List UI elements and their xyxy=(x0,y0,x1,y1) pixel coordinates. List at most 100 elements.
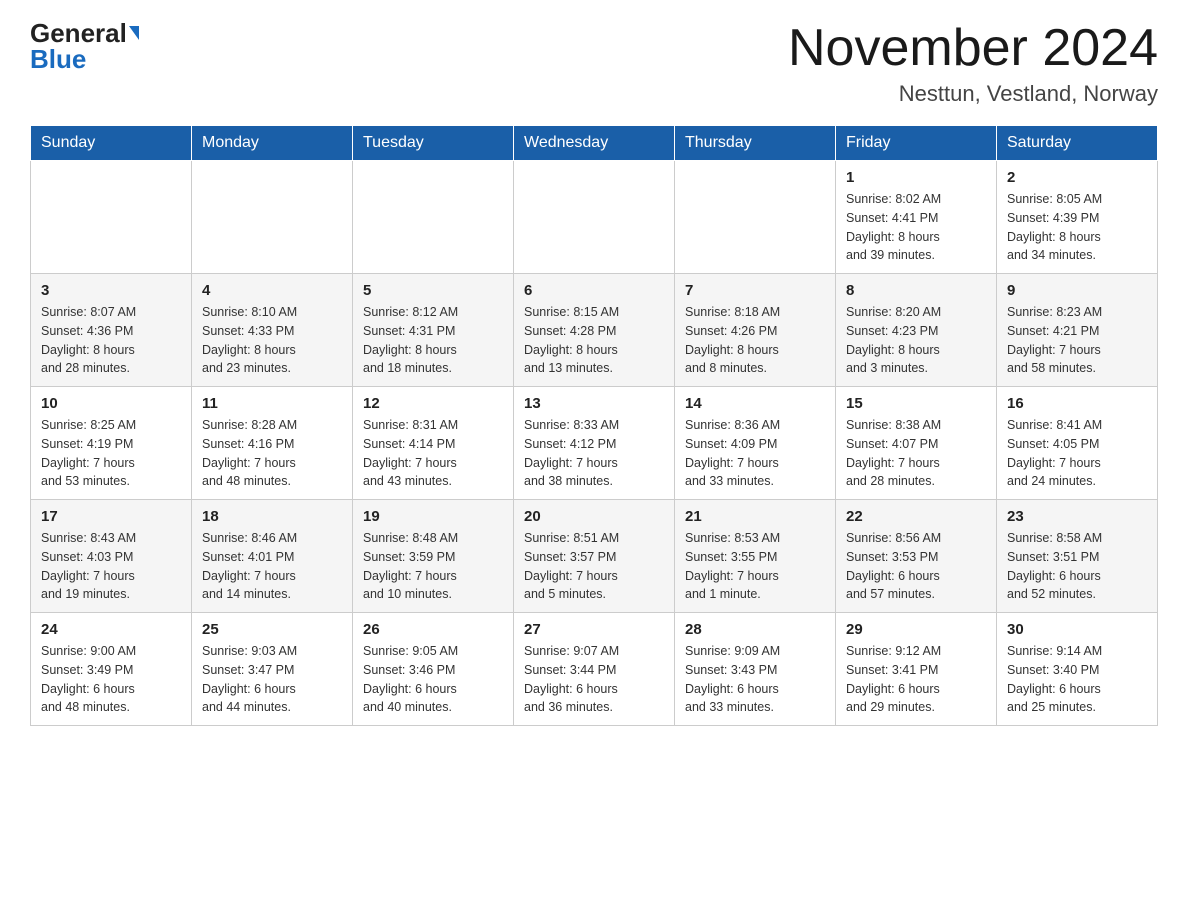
calendar-cell: 21Sunrise: 8:53 AM Sunset: 3:55 PM Dayli… xyxy=(675,500,836,613)
calendar-week-row: 1Sunrise: 8:02 AM Sunset: 4:41 PM Daylig… xyxy=(31,161,1158,274)
calendar-cell: 17 Sunrise: 8:43 AM Sunset: 4:03 PM Dayli… xyxy=(31,500,192,613)
day-info: Sunrise: 8:36 AM Sunset: 4:09 PM Dayligh… xyxy=(685,416,825,491)
logo-text: General xyxy=(30,20,139,46)
day-number: 7 xyxy=(685,282,825,299)
logo: General Blue xyxy=(30,20,139,75)
day-number: 6 xyxy=(524,282,664,299)
header-sunday: Sunday xyxy=(31,126,192,161)
day-number: 27 xyxy=(524,621,664,638)
header-thursday: Thursday xyxy=(675,126,836,161)
calendar-cell xyxy=(31,161,192,274)
calendar-cell: 27Sunrise: 9:07 AM Sunset: 3:44 PM Dayli… xyxy=(514,613,675,726)
calendar-cell: 19 Sunrise: 8:48 AM Sunset: 3:59 PM Dayli… xyxy=(353,500,514,613)
calendar-cell: 3 Sunrise: 8:07 AM Sunset: 4:36 PM Daylig… xyxy=(31,274,192,387)
header-tuesday: Tuesday xyxy=(353,126,514,161)
day-number: 2 xyxy=(1007,169,1147,186)
calendar-cell: 4Sunrise: 8:10 AM Sunset: 4:33 PM Daylig… xyxy=(192,274,353,387)
day-info: Sunrise: 8:53 AM Sunset: 3:55 PM Dayligh… xyxy=(685,529,825,604)
calendar-cell: 28 Sunrise: 9:09 AM Sunset: 3:43 PM Dayli… xyxy=(675,613,836,726)
calendar-cell xyxy=(675,161,836,274)
calendar-cell xyxy=(514,161,675,274)
day-number: 10 xyxy=(41,395,181,412)
day-number: 17 xyxy=(41,508,181,525)
page-header: General Blue November 2024 Nesttun, Vest… xyxy=(30,20,1158,107)
calendar-cell: 30 Sunrise: 9:14 AM Sunset: 3:40 PM Dayli… xyxy=(997,613,1158,726)
day-number: 14 xyxy=(685,395,825,412)
day-number: 13 xyxy=(524,395,664,412)
header-wednesday: Wednesday xyxy=(514,126,675,161)
day-info: Sunrise: 8:05 AM Sunset: 4:39 PM Dayligh… xyxy=(1007,190,1147,265)
day-info: Sunrise: 8:41 AM Sunset: 4:05 PM Dayligh… xyxy=(1007,416,1147,491)
day-info: Sunrise: 9:00 AM Sunset: 3:49 PM Dayligh… xyxy=(41,642,181,717)
calendar-week-row: 3 Sunrise: 8:07 AM Sunset: 4:36 PM Daylig… xyxy=(31,274,1158,387)
day-number: 29 xyxy=(846,621,986,638)
day-number: 5 xyxy=(363,282,503,299)
logo-blue: Blue xyxy=(30,44,86,75)
day-info: Sunrise: 8:07 AM Sunset: 4:36 PM Dayligh… xyxy=(41,303,181,378)
calendar-cell: 13 Sunrise: 8:33 AM Sunset: 4:12 PM Dayli… xyxy=(514,387,675,500)
day-info: Sunrise: 8:23 AM Sunset: 4:21 PM Dayligh… xyxy=(1007,303,1147,378)
calendar-cell: 18 Sunrise: 8:46 AM Sunset: 4:01 PM Dayli… xyxy=(192,500,353,613)
calendar-week-row: 17 Sunrise: 8:43 AM Sunset: 4:03 PM Dayli… xyxy=(31,500,1158,613)
calendar-cell: 10 Sunrise: 8:25 AM Sunset: 4:19 PM Dayli… xyxy=(31,387,192,500)
location: Nesttun, Vestland, Norway xyxy=(788,81,1158,107)
day-number: 3 xyxy=(41,282,181,299)
day-info: Sunrise: 8:43 AM Sunset: 4:03 PM Dayligh… xyxy=(41,529,181,604)
day-info: Sunrise: 8:48 AM Sunset: 3:59 PM Dayligh… xyxy=(363,529,503,604)
day-number: 28 xyxy=(685,621,825,638)
calendar-cell xyxy=(353,161,514,274)
logo-triangle-icon xyxy=(129,26,139,40)
calendar-cell: 22Sunrise: 8:56 AM Sunset: 3:53 PM Dayli… xyxy=(836,500,997,613)
day-info: Sunrise: 8:25 AM Sunset: 4:19 PM Dayligh… xyxy=(41,416,181,491)
calendar-table: Sunday Monday Tuesday Wednesday Thursday… xyxy=(30,125,1158,726)
day-info: Sunrise: 8:28 AM Sunset: 4:16 PM Dayligh… xyxy=(202,416,342,491)
calendar-cell: 7 Sunrise: 8:18 AM Sunset: 4:26 PM Daylig… xyxy=(675,274,836,387)
day-info: Sunrise: 8:58 AM Sunset: 3:51 PM Dayligh… xyxy=(1007,529,1147,604)
day-number: 4 xyxy=(202,282,342,299)
day-number: 20 xyxy=(524,508,664,525)
day-info: Sunrise: 9:12 AM Sunset: 3:41 PM Dayligh… xyxy=(846,642,986,717)
header-saturday: Saturday xyxy=(997,126,1158,161)
day-number: 25 xyxy=(202,621,342,638)
day-number: 11 xyxy=(202,395,342,412)
day-info: Sunrise: 8:51 AM Sunset: 3:57 PM Dayligh… xyxy=(524,529,664,604)
day-info: Sunrise: 8:15 AM Sunset: 4:28 PM Dayligh… xyxy=(524,303,664,378)
day-info: Sunrise: 8:20 AM Sunset: 4:23 PM Dayligh… xyxy=(846,303,986,378)
day-number: 8 xyxy=(846,282,986,299)
day-info: Sunrise: 9:14 AM Sunset: 3:40 PM Dayligh… xyxy=(1007,642,1147,717)
calendar-cell: 15 Sunrise: 8:38 AM Sunset: 4:07 PM Dayli… xyxy=(836,387,997,500)
day-number: 12 xyxy=(363,395,503,412)
calendar-cell: 26 Sunrise: 9:05 AM Sunset: 3:46 PM Dayli… xyxy=(353,613,514,726)
day-number: 26 xyxy=(363,621,503,638)
header-monday: Monday xyxy=(192,126,353,161)
calendar-cell: 5 Sunrise: 8:12 AM Sunset: 4:31 PM Daylig… xyxy=(353,274,514,387)
day-number: 16 xyxy=(1007,395,1147,412)
day-info: Sunrise: 8:18 AM Sunset: 4:26 PM Dayligh… xyxy=(685,303,825,378)
day-info: Sunrise: 9:03 AM Sunset: 3:47 PM Dayligh… xyxy=(202,642,342,717)
calendar-cell: 25 Sunrise: 9:03 AM Sunset: 3:47 PM Dayli… xyxy=(192,613,353,726)
header-friday: Friday xyxy=(836,126,997,161)
calendar-cell: 23Sunrise: 8:58 AM Sunset: 3:51 PM Dayli… xyxy=(997,500,1158,613)
calendar-week-row: 10 Sunrise: 8:25 AM Sunset: 4:19 PM Dayli… xyxy=(31,387,1158,500)
calendar-cell: 24Sunrise: 9:00 AM Sunset: 3:49 PM Dayli… xyxy=(31,613,192,726)
calendar-week-row: 24Sunrise: 9:00 AM Sunset: 3:49 PM Dayli… xyxy=(31,613,1158,726)
day-info: Sunrise: 9:05 AM Sunset: 3:46 PM Dayligh… xyxy=(363,642,503,717)
day-info: Sunrise: 8:02 AM Sunset: 4:41 PM Dayligh… xyxy=(846,190,986,265)
calendar-cell: 11 Sunrise: 8:28 AM Sunset: 4:16 PM Dayli… xyxy=(192,387,353,500)
day-info: Sunrise: 9:09 AM Sunset: 3:43 PM Dayligh… xyxy=(685,642,825,717)
calendar-cell xyxy=(192,161,353,274)
day-info: Sunrise: 8:33 AM Sunset: 4:12 PM Dayligh… xyxy=(524,416,664,491)
day-info: Sunrise: 8:46 AM Sunset: 4:01 PM Dayligh… xyxy=(202,529,342,604)
calendar-cell: 1Sunrise: 8:02 AM Sunset: 4:41 PM Daylig… xyxy=(836,161,997,274)
day-number: 30 xyxy=(1007,621,1147,638)
day-number: 15 xyxy=(846,395,986,412)
day-number: 18 xyxy=(202,508,342,525)
title-area: November 2024 Nesttun, Vestland, Norway xyxy=(788,20,1158,107)
calendar-cell: 6 Sunrise: 8:15 AM Sunset: 4:28 PM Daylig… xyxy=(514,274,675,387)
calendar-header-row: Sunday Monday Tuesday Wednesday Thursday… xyxy=(31,126,1158,161)
day-number: 19 xyxy=(363,508,503,525)
day-info: Sunrise: 8:12 AM Sunset: 4:31 PM Dayligh… xyxy=(363,303,503,378)
day-info: Sunrise: 8:38 AM Sunset: 4:07 PM Dayligh… xyxy=(846,416,986,491)
day-number: 22 xyxy=(846,508,986,525)
day-info: Sunrise: 8:31 AM Sunset: 4:14 PM Dayligh… xyxy=(363,416,503,491)
